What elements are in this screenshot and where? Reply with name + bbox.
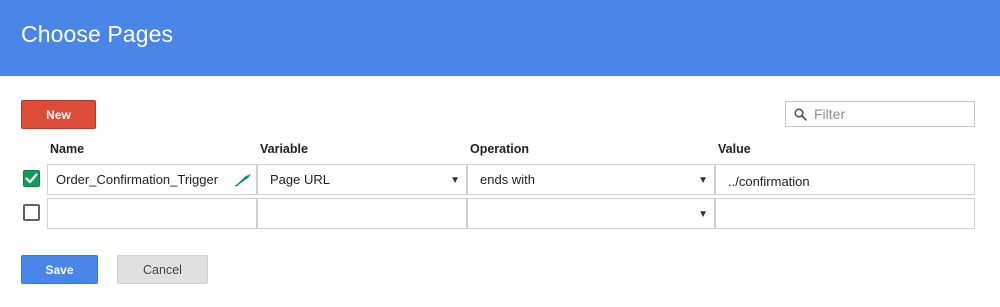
column-header-variable: Variable [260, 142, 308, 156]
name-field[interactable]: Order_Confirmation_Trigger [47, 164, 257, 195]
column-header-operation: Operation [470, 142, 530, 156]
column-header-name: Name [50, 142, 85, 156]
operation-select-empty[interactable]: ▼ [467, 198, 715, 229]
search-icon [786, 102, 814, 126]
new-button[interactable]: New [21, 100, 96, 129]
cancel-button[interactable]: Cancel [117, 255, 208, 284]
name-field-value: Order_Confirmation_Trigger [56, 172, 219, 187]
row-checkbox-unchecked[interactable] [23, 204, 40, 221]
operation-select[interactable]: ends with ▼ [467, 164, 715, 195]
quill-icon[interactable] [233, 172, 253, 191]
dialog-header: Choose Pages [0, 0, 1000, 76]
variable-select-value: Page URL [270, 172, 330, 187]
value-field-empty[interactable] [715, 198, 975, 229]
operation-select-value: ends with [480, 172, 535, 187]
dropdown-arrow-icon: ▼ [698, 175, 708, 186]
filter-box[interactable] [785, 101, 975, 127]
checkmark-icon [25, 173, 38, 184]
dropdown-arrow-icon: ▼ [450, 175, 460, 186]
variable-field-empty[interactable] [257, 198, 467, 229]
value-field[interactable]: ../confirmation [715, 164, 975, 195]
filter-input[interactable] [814, 103, 964, 125]
variable-select[interactable]: Page URL ▼ [257, 164, 467, 195]
dropdown-arrow-icon: ▼ [698, 209, 708, 220]
save-button[interactable]: Save [21, 255, 98, 284]
column-header-value: Value [718, 142, 751, 156]
dialog-title: Choose Pages [21, 21, 174, 47]
value-field-value: ../confirmation [728, 173, 810, 189]
name-field-empty[interactable] [47, 198, 257, 229]
row-checkbox-checked[interactable] [23, 170, 40, 187]
